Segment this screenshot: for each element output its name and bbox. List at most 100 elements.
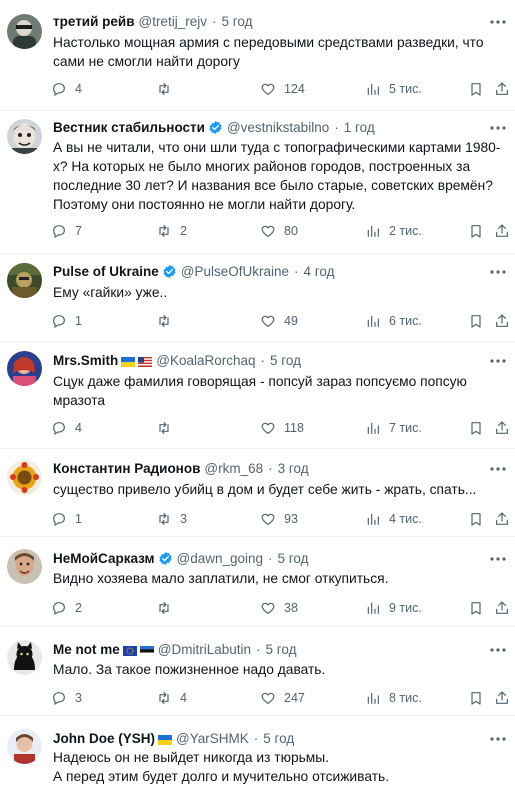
avatar[interactable]: [7, 119, 42, 154]
bookmark-button[interactable]: [468, 312, 492, 330]
avatar[interactable]: [7, 263, 42, 298]
author-name[interactable]: Mrs.Smith: [53, 353, 118, 368]
author-name[interactable]: Вестник стабильности: [53, 120, 205, 135]
bookmark-button[interactable]: [468, 689, 492, 707]
views-button[interactable]: 2 тис.: [365, 222, 422, 240]
timestamp[interactable]: 3 год: [278, 461, 309, 476]
timestamp[interactable]: 5 год: [270, 353, 301, 368]
like-button[interactable]: 49: [260, 312, 298, 330]
share-button[interactable]: [494, 222, 515, 240]
like-button[interactable]: 124: [260, 80, 305, 98]
more-icon[interactable]: [489, 120, 507, 136]
author-handle[interactable]: @vestnikstabilno: [227, 120, 329, 135]
share-button[interactable]: [494, 419, 515, 437]
author-name[interactable]: Pulse of Ukraine: [53, 264, 159, 279]
more-icon[interactable]: [489, 14, 507, 30]
timestamp[interactable]: 5 год: [222, 14, 253, 29]
bookmark-button[interactable]: [468, 80, 492, 98]
like-button[interactable]: 118: [260, 419, 304, 437]
more-icon[interactable]: [489, 642, 507, 658]
share-button[interactable]: [494, 689, 515, 707]
bookmark-button[interactable]: [468, 419, 492, 437]
tweet-card[interactable]: третий рейв @tretij_rejv · 5 год Настоль…: [0, 0, 515, 111]
tweet-card[interactable]: Константин Радионов @rkm_68 · 3 год суще…: [0, 449, 515, 537]
repost-button[interactable]: 4: [156, 689, 187, 707]
author-handle[interactable]: @PulseOfUkraine: [181, 264, 289, 279]
author-name[interactable]: Константин Радионов: [53, 461, 200, 476]
author-name[interactable]: Me not me: [53, 642, 120, 657]
bookmark-button[interactable]: [468, 599, 492, 617]
reply-button[interactable]: 4: [51, 419, 82, 437]
repost-button[interactable]: [156, 599, 180, 617]
like-button[interactable]: 247: [260, 689, 305, 707]
repost-icon: [159, 315, 169, 327]
timestamp[interactable]: 5 год: [266, 642, 297, 657]
author-handle[interactable]: @KoalaRorchaq: [156, 353, 255, 368]
tweet-card[interactable]: НеМойСарказм @dawn_going · 5 год Видно х…: [0, 537, 515, 627]
avatar[interactable]: [7, 729, 42, 764]
like-button[interactable]: 38: [260, 599, 298, 617]
bookmark-button[interactable]: [468, 510, 492, 528]
like-button[interactable]: 80: [260, 222, 298, 240]
author-name[interactable]: НеМойСарказм: [53, 551, 155, 566]
avatar[interactable]: [7, 460, 42, 495]
tweet-header: Me not me @DmitriLabutin · 5 год: [53, 639, 509, 659]
reply-button[interactable]: 4: [51, 80, 82, 98]
avatar[interactable]: [7, 640, 42, 675]
tweet-card[interactable]: John Doe (YSH) @YarSHMK · 5 год Надеюсь …: [0, 716, 515, 790]
more-icon[interactable]: [489, 461, 507, 477]
repost-button[interactable]: 3: [156, 510, 187, 528]
share-button[interactable]: [494, 312, 515, 330]
tweet-card[interactable]: Mrs.Smith @KoalaRorchaq · 5 год Сцук даж…: [0, 342, 515, 449]
share-button[interactable]: [494, 510, 515, 528]
tweet-card[interactable]: Me not me @DmitriLabutin · 5 год Мало. З…: [0, 627, 515, 716]
reply-button[interactable]: 1: [51, 312, 82, 330]
reply-button[interactable]: 1: [51, 510, 82, 528]
views-count: 4 тис.: [389, 512, 422, 526]
more-icon[interactable]: [489, 264, 507, 280]
author-handle[interactable]: @YarSHMK: [176, 731, 249, 746]
bookmark-button[interactable]: [468, 222, 492, 240]
reply-button[interactable]: 2: [51, 599, 82, 617]
like-button[interactable]: 93: [260, 510, 298, 528]
views-button[interactable]: 4 тис.: [365, 510, 422, 528]
author-name[interactable]: третий рейв: [53, 14, 135, 29]
views-button[interactable]: 8 тис.: [365, 689, 422, 707]
share-button[interactable]: [494, 80, 515, 98]
repost-button[interactable]: [156, 419, 180, 437]
more-icon[interactable]: [489, 551, 507, 567]
views-button[interactable]: 5 тис.: [365, 80, 422, 98]
repost-button[interactable]: 2: [156, 222, 187, 240]
verified-icon: [163, 264, 176, 278]
author-name[interactable]: John Doe (YSH): [53, 731, 155, 746]
repost-button[interactable]: [156, 80, 180, 98]
timestamp[interactable]: 5 год: [278, 551, 309, 566]
views-button[interactable]: 9 тис.: [365, 599, 422, 617]
share-button[interactable]: [494, 599, 515, 617]
author-handle[interactable]: @dawn_going: [177, 551, 264, 566]
reply-button[interactable]: 7: [51, 222, 82, 240]
avatar[interactable]: [7, 14, 42, 49]
author-handle[interactable]: @rkm_68: [204, 461, 263, 476]
timestamp[interactable]: 5 год: [263, 731, 294, 746]
tweet-text: А вы не читали, что они шли туда с топог…: [53, 138, 505, 214]
separator-dot: ·: [256, 641, 261, 657]
avatar[interactable]: [7, 351, 42, 386]
views-button[interactable]: 6 тис.: [365, 312, 422, 330]
views-button[interactable]: 7 тис.: [365, 419, 422, 437]
ukraine-flag-icon: [158, 733, 173, 745]
author-handle[interactable]: @tretij_rejv: [139, 14, 207, 29]
author-handle[interactable]: @DmitriLabutin: [158, 642, 251, 657]
tweet-card[interactable]: Вестник стабильности @vestnikstabilno · …: [0, 111, 515, 254]
repost-button[interactable]: [156, 312, 180, 330]
tweet-card[interactable]: Pulse of Ukraine @PulseOfUkraine · 4 год…: [0, 254, 515, 342]
more-icon[interactable]: [489, 731, 507, 747]
tweet-text-line: Ему «гайки» уже..: [53, 285, 168, 300]
timestamp[interactable]: 1 год: [344, 120, 375, 135]
reply-button[interactable]: 3: [51, 689, 82, 707]
tweet-text: Настолько мощная армия с передовыми сред…: [53, 33, 505, 71]
avatar[interactable]: [7, 549, 42, 584]
timestamp[interactable]: 4 год: [304, 264, 335, 279]
bookmark-icon: [471, 602, 481, 615]
more-icon[interactable]: [489, 353, 507, 369]
